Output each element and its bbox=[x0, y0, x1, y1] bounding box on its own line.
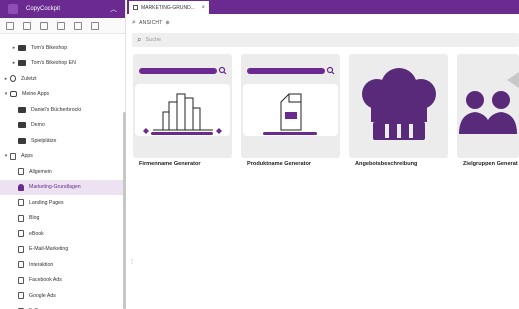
chevron-up-icon[interactable]: ︿ bbox=[110, 4, 117, 14]
tab-marketing-grundlagen[interactable]: MARKETING-GRUND... × bbox=[129, 1, 209, 14]
new-document-icon[interactable] bbox=[23, 21, 31, 30]
sidebar-item[interactable]: E-Commerce bbox=[0, 304, 125, 309]
sidebar-item-label: Zuletzt bbox=[21, 75, 37, 82]
sidebar-item[interactable]: ▾ Meine Apps bbox=[0, 87, 125, 103]
expand-arrow-icon[interactable]: ▸ bbox=[10, 60, 18, 66]
sidebar-item-label: Daniel's Bücherbrocki bbox=[31, 106, 82, 113]
sidebar-item-label: Tom's Bikeshop bbox=[31, 44, 68, 51]
app-card-firmenname[interactable] bbox=[133, 54, 232, 158]
sidebar-item[interactable]: ▸ Tom's Bikeshop bbox=[0, 40, 125, 56]
sidebar-item[interactable]: Landing Pages bbox=[0, 195, 125, 211]
sidebar-item-label: E-Mail-Marketing bbox=[29, 246, 69, 253]
app-window: CopyCockpit ︿ ▸ Tom's Bikeshop ▸ Tom's Bike… bbox=[0, 0, 519, 309]
chef-hat-illustration bbox=[362, 68, 436, 140]
sidebar-item[interactable]: Spielplätze bbox=[0, 133, 125, 149]
sidebar-item-label: Landing Pages bbox=[29, 199, 64, 206]
new-folder-icon[interactable] bbox=[6, 21, 14, 30]
search-placeholder: Suche bbox=[145, 37, 162, 43]
sidebar-item[interactable]: eBook bbox=[0, 226, 125, 242]
sidebar-item[interactable]: E-Mail-Marketing bbox=[0, 242, 125, 258]
sidebar-item[interactable]: ▸ Zuletzt bbox=[0, 71, 125, 87]
export-icon[interactable] bbox=[40, 21, 48, 30]
doc-icon bbox=[18, 292, 24, 300]
sidebar-item-label: Demo bbox=[31, 122, 45, 129]
card-title: Firmenname Generator bbox=[139, 161, 201, 167]
search-input[interactable]: ⌕ Suche bbox=[132, 33, 519, 47]
expand-arrow-icon[interactable]: ▸ bbox=[10, 45, 18, 51]
sidebar-item-label: Spielplätze bbox=[31, 137, 57, 144]
sidebar-item[interactable]: Facebook Ads bbox=[0, 273, 125, 289]
search-icon: ⌕ bbox=[137, 35, 142, 44]
sidebar-scrollbar[interactable] bbox=[123, 112, 126, 309]
folder-icon bbox=[18, 122, 26, 129]
doc-icon bbox=[18, 261, 24, 269]
doc-icon bbox=[18, 230, 24, 238]
duplicate-icon[interactable] bbox=[91, 21, 99, 30]
tab-label: MARKETING-GRUND... bbox=[141, 4, 195, 11]
card-title: Angebotsbeschreibung bbox=[355, 161, 418, 167]
buildings-illustration bbox=[135, 66, 230, 136]
expand-arrow-icon[interactable]: ▸ bbox=[2, 76, 10, 82]
app-logo-icon bbox=[8, 4, 18, 14]
sidebar-item[interactable]: Google Ads bbox=[0, 288, 125, 304]
doc-icon bbox=[10, 152, 16, 160]
sidebar-item[interactable]: Interaktion bbox=[0, 257, 125, 273]
folder-icon bbox=[18, 106, 26, 113]
plus-circle-icon: ⊕ bbox=[165, 19, 170, 26]
expand-arrow-icon[interactable]: ▾ bbox=[2, 153, 10, 159]
app-card-produktname[interactable] bbox=[241, 54, 340, 158]
app-card-zielgruppen[interactable] bbox=[457, 54, 519, 158]
doc-icon bbox=[18, 199, 24, 207]
resize-handle[interactable]: ⋮ bbox=[129, 258, 135, 265]
doc-icon bbox=[18, 245, 24, 253]
view-label: ANSICHT bbox=[139, 19, 163, 26]
import-icon[interactable] bbox=[57, 21, 65, 30]
copy-icon[interactable] bbox=[74, 21, 82, 30]
sidebar-header[interactable]: CopyCockpit ︿ bbox=[0, 0, 125, 18]
app-title: CopyCockpit bbox=[26, 6, 61, 12]
sidebar-item-label: Meine Apps bbox=[22, 91, 50, 98]
sidebar-item[interactable]: Blog bbox=[0, 211, 125, 227]
expand-arrow-icon[interactable]: ▾ bbox=[2, 91, 10, 97]
sidebar-item-label: Tom's Bikeshop EN bbox=[31, 60, 76, 67]
view-toggle[interactable]: ⌕ ANSICHT ⊕ bbox=[132, 16, 170, 29]
sidebar-item-label: Blog bbox=[29, 215, 40, 222]
sidebar-item-label: Facebook Ads bbox=[29, 277, 62, 284]
doc-icon bbox=[18, 168, 24, 176]
sidebar-item-label: Marketing-Grundlagen bbox=[29, 184, 81, 191]
people-illustration bbox=[459, 72, 519, 134]
clock-icon bbox=[10, 75, 16, 83]
folder-icon bbox=[18, 60, 26, 67]
tab-bar: MARKETING-GRUND... × bbox=[127, 0, 519, 14]
sidebar-item[interactable]: ▾ Apps bbox=[0, 149, 125, 165]
sidebar-item[interactable]: Allgemein bbox=[0, 164, 125, 180]
search-icon: ⌕ bbox=[132, 18, 137, 26]
sidebar-item-label: Interaktion bbox=[29, 261, 54, 268]
sidebar-item-label: Apps bbox=[21, 153, 33, 160]
folder-tree: ▸ Tom's Bikeshop ▸ Tom's Bikeshop EN ▸ Zuletz… bbox=[0, 34, 125, 309]
sidebar-toolbar bbox=[0, 18, 125, 34]
heart-icon bbox=[10, 91, 17, 98]
sidebar-item[interactable]: ▸ Tom's Bikeshop EN bbox=[0, 56, 125, 72]
folder-icon bbox=[18, 137, 26, 144]
sidebar-item[interactable]: Daniel's Bücherbrocki bbox=[0, 102, 125, 118]
sidebar-item[interactable]: Demo bbox=[0, 118, 125, 134]
doc-icon bbox=[18, 214, 24, 222]
sidebar-item-label: Google Ads bbox=[29, 292, 56, 299]
close-icon[interactable]: × bbox=[201, 5, 205, 11]
milk-carton-illustration bbox=[243, 66, 338, 136]
sidebar-item-label: Allgemein bbox=[29, 168, 52, 175]
sidebar-item[interactable]: Marketing-Grundlagen bbox=[0, 179, 125, 195]
app-card-angebotsbeschreibung[interactable] bbox=[349, 54, 448, 158]
sidebar: CopyCockpit ︿ ▸ Tom's Bikeshop ▸ Tom's Bike… bbox=[0, 0, 126, 309]
doc-icon bbox=[18, 276, 24, 284]
sidebar-item-label: eBook bbox=[29, 230, 44, 237]
person-icon bbox=[18, 183, 24, 191]
folder-icon bbox=[18, 44, 26, 51]
card-title: Zielgruppen Generat bbox=[463, 161, 518, 167]
document-icon bbox=[133, 5, 138, 10]
card-title: Produktname Generator bbox=[247, 161, 312, 167]
